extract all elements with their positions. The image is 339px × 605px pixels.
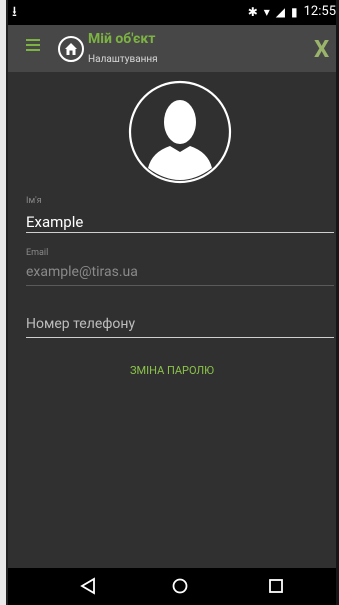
phone-field[interactable]: Номер телефону xyxy=(26,316,135,332)
wifi-icon: ▾ xyxy=(263,5,270,19)
home-nav-icon[interactable] xyxy=(160,572,200,600)
name-underline xyxy=(26,232,334,233)
download-icon: ⭳ xyxy=(12,4,17,20)
back-icon[interactable] xyxy=(68,572,108,600)
change-password-button[interactable]: ЗМІНА ПАРОЛЮ xyxy=(8,364,336,377)
phone-underline xyxy=(26,337,334,338)
app-title: Мій об'єкт xyxy=(88,31,156,47)
tools-icon[interactable]: X xyxy=(314,35,329,63)
name-label: Ім'я xyxy=(26,196,42,206)
battery-icon: ▮ xyxy=(291,5,298,19)
left-edge xyxy=(0,0,8,605)
menu-icon[interactable] xyxy=(26,39,40,51)
recents-icon[interactable] xyxy=(256,572,296,600)
signal-icon: ◢ xyxy=(275,5,286,19)
app-bar: Мій об'єкт Налаштування X xyxy=(8,25,336,72)
bluetooth-icon: ✱ xyxy=(247,5,258,19)
navigation-bar xyxy=(8,568,336,605)
email-field[interactable]: example@tiras.ua xyxy=(26,264,138,280)
status-time: 12:55 xyxy=(303,4,336,19)
avatar[interactable] xyxy=(128,80,232,188)
email-label: Email xyxy=(26,248,49,258)
status-bar: ⭳ ✱ ▾ ◢ ▮ 12:55 xyxy=(8,0,336,25)
home-icon xyxy=(58,36,84,62)
phone-screen: ⭳ ✱ ▾ ◢ ▮ 12:55 Мій об'єкт Налаштування … xyxy=(8,0,336,605)
app-subtitle: Налаштування xyxy=(88,54,158,65)
name-field[interactable]: Example xyxy=(26,213,83,231)
email-underline xyxy=(26,285,334,286)
